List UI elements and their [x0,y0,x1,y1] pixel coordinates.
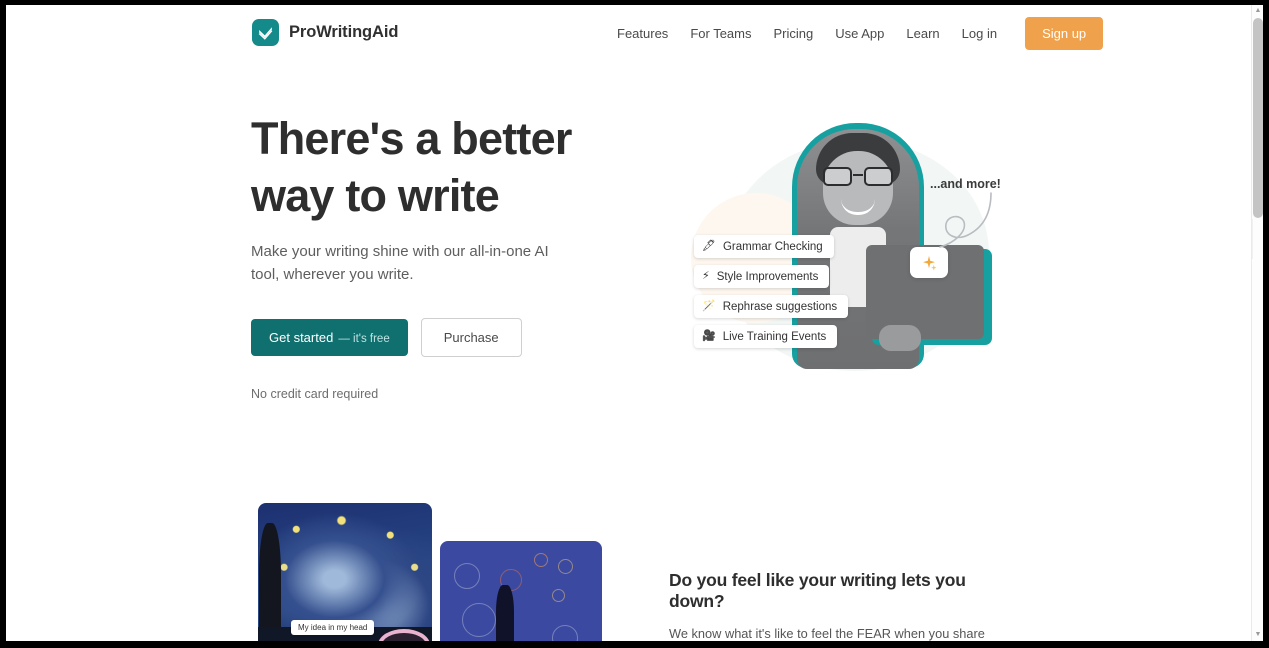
glasses-left-lens [823,167,852,186]
browser-window: ProWritingAid Features For Teams Pricing… [6,5,1263,641]
purchase-button[interactable]: Purchase [420,318,522,357]
site-header: ProWritingAid Features For Teams Pricing… [6,5,1251,61]
get-started-button[interactable]: Get started — it's free [251,319,408,356]
get-started-label: Get started [269,330,334,345]
nav-item-pricing[interactable]: Pricing [762,26,824,41]
simplified-painting [440,541,602,641]
feature-chip-label: Style Improvements [716,270,819,283]
feature-chip-live-training-events[interactable]: 🎥 Live Training Events [694,325,838,348]
section-writing-lets-you-down: Do you feel like your writing lets you d… [669,570,1017,641]
vertical-scrollbar[interactable]: ▲ ▼ [1251,5,1263,641]
cypress-tree-simplified [496,585,514,641]
get-started-note: — it's free [338,333,390,345]
prowritingaid-logo-icon [252,19,279,46]
nav-item-use-app[interactable]: Use App [824,26,895,41]
nav-item-log-in[interactable]: Log in [951,26,1008,41]
glasses-bridge [853,174,863,177]
lightning-bolt-icon: ⚡ [702,270,710,282]
scrollbar-thumb[interactable] [1253,18,1263,218]
curly-arrow-icon [939,192,992,248]
hero-illustration: ...and more! 🖋 Grammar Checking ⚡ Style … [666,103,1026,403]
film-camera-icon: 🎥 [702,330,716,342]
feature-chip-label: Rephrase suggestions [722,300,838,313]
feature-chip-label: Grammar Checking [722,240,823,253]
person-hand [879,325,921,351]
feature-chip-style-improvements[interactable]: ⚡ Style Improvements [694,265,830,288]
feature-chip-label: Live Training Events [722,330,827,343]
swirl-shape [462,603,496,637]
no-credit-card-note: No credit card required [251,387,379,401]
hero-subtitle: Make your writing shine with our all-in-… [251,243,549,283]
brand-logo-link[interactable]: ProWritingAid [252,19,398,46]
swirl-shape [552,589,565,602]
section-title: Do you feel like your writing lets you d… [669,570,966,611]
cypress-tree [259,523,281,641]
feature-chip-list: 🖋 Grammar Checking ⚡ Style Improvements … [694,235,849,355]
glasses-right-lens [864,167,893,186]
scrollbar-track[interactable] [1252,219,1263,259]
main-navigation: Features For Teams Pricing Use App Learn… [606,5,1104,61]
scroll-up-arrow-icon[interactable]: ▲ [1252,5,1263,17]
scroll-down-arrow-icon[interactable]: ▼ [1252,629,1263,641]
nav-item-features[interactable]: Features [606,26,679,41]
hero-cta-group: Get started — it's free Purchase [251,318,651,357]
quill-pen-icon: 🖋 [702,240,716,252]
and-more-label: ...and more! [930,177,1001,191]
section-body: We know what it's like to feel the FEAR … [669,626,985,641]
page-viewport: ProWritingAid Features For Teams Pricing… [6,5,1251,641]
swirl-shape [454,563,480,589]
glasses-icon [823,167,893,186]
nav-item-learn[interactable]: Learn [895,26,950,41]
sign-up-button[interactable]: Sign up [1025,16,1104,50]
swirl-shape [558,559,573,574]
swirl-shape [534,553,548,567]
feature-chip-rephrase-suggestions[interactable]: 🪄 Rephrase suggestions [694,295,849,318]
magic-wand-icon: 🪄 [702,300,716,312]
my-idea-label: My idea in my head [291,620,375,635]
swirl-shape [552,625,578,641]
hero-copy: There's a better way to write Make your … [251,110,651,401]
feature-chip-grammar-checking[interactable]: 🖋 Grammar Checking [694,235,834,258]
brand-name: ProWritingAid [289,23,399,41]
hero-title: There's a better way to write [251,113,572,221]
nav-item-for-teams[interactable]: For Teams [679,26,762,41]
